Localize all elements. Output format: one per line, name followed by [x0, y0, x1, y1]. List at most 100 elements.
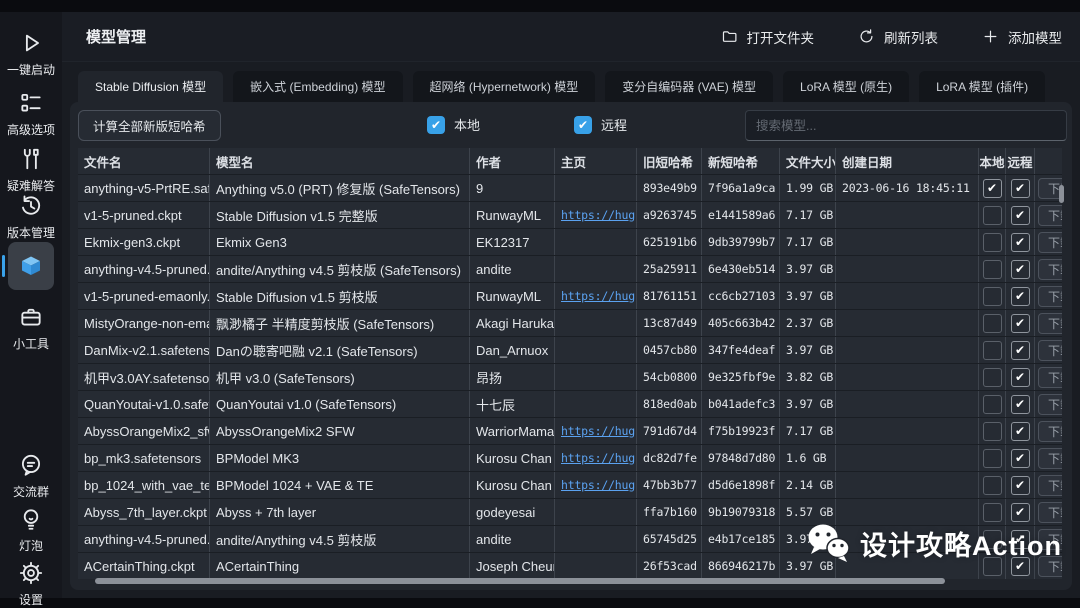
cell-new-hash: 9b19079318 [702, 499, 780, 525]
sidebar-item-bottom-0[interactable]: 交流群 [0, 452, 62, 500]
cell-download: 下载 [1035, 418, 1062, 444]
download-button[interactable]: 下载 [1038, 367, 1062, 388]
tab-3[interactable]: 变分自编码器 (VAE) 模型 [605, 71, 773, 102]
cell-created-date [836, 229, 979, 255]
remote-row-checkbox[interactable] [1011, 260, 1030, 279]
local-row-checkbox[interactable] [983, 206, 1002, 225]
tab-4[interactable]: LoRA 模型 (原生) [783, 71, 909, 102]
local-row-checkbox[interactable] [983, 422, 1002, 441]
refresh-list-button[interactable]: 刷新列表 [858, 27, 938, 47]
column-header-8: 本地 [979, 148, 1006, 174]
open-folder-button[interactable]: 打开文件夹 [721, 27, 815, 47]
cell-homepage [555, 229, 637, 255]
sidebar-item-top-1[interactable]: 高级选项 [0, 90, 62, 138]
sidebar-item-top-4[interactable] [0, 242, 62, 295]
sidebar-item-top-0[interactable]: 一键启动 [0, 30, 62, 78]
search-input[interactable] [745, 110, 1067, 141]
download-button[interactable]: 下载 [1038, 205, 1062, 226]
remote-row-checkbox[interactable] [1011, 422, 1030, 441]
remote-row-checkbox[interactable] [1011, 476, 1030, 495]
remote-row-checkbox[interactable] [1011, 206, 1030, 225]
cell-local [979, 418, 1006, 444]
local-row-checkbox[interactable] [983, 341, 1002, 360]
tools-icon [18, 146, 44, 172]
tab-0[interactable]: Stable Diffusion 模型 [78, 71, 223, 102]
homepage-link[interactable]: https://hug [561, 208, 635, 222]
cell-filename: MistyOrange-non-ema [78, 310, 210, 336]
download-button[interactable]: 下载 [1038, 259, 1062, 280]
plus-icon [982, 28, 999, 45]
local-row-checkbox[interactable] [983, 179, 1002, 198]
cell-old-hash: 81761151 [637, 283, 702, 309]
local-row-checkbox[interactable] [983, 287, 1002, 306]
cube-icon [8, 242, 54, 290]
download-button[interactable]: 下载 [1038, 502, 1062, 523]
add-model-button[interactable]: 添加模型 [982, 27, 1062, 47]
cell-new-hash: 7f96a1a9ca [702, 175, 780, 201]
local-row-checkbox[interactable] [983, 260, 1002, 279]
local-row-checkbox[interactable] [983, 368, 1002, 387]
remote-row-checkbox[interactable] [1011, 233, 1030, 252]
download-button[interactable]: 下载 [1038, 313, 1062, 334]
header-actions: 打开文件夹 刷新列表 添加模型 [721, 27, 1063, 47]
homepage-link[interactable]: https://hug [561, 451, 635, 465]
cell-remote [1006, 472, 1035, 498]
tab-5[interactable]: LoRA 模型 (插件) [919, 71, 1045, 102]
remote-row-checkbox[interactable] [1011, 503, 1030, 522]
homepage-link[interactable]: https://hug [561, 424, 635, 438]
download-button[interactable]: 下载 [1038, 448, 1062, 469]
sidebar-item-top-2[interactable]: 疑难解答 [0, 146, 62, 194]
cell-new-hash: d5d6e1898f [702, 472, 780, 498]
sidebar-item-bottom-1[interactable]: 灯泡 [0, 506, 62, 554]
cell-file-size: 3.82 GB [780, 364, 836, 390]
download-button[interactable]: 下载 [1038, 340, 1062, 361]
local-row-checkbox[interactable] [983, 233, 1002, 252]
local-row-checkbox[interactable] [983, 449, 1002, 468]
homepage-link[interactable]: https://hug [561, 478, 635, 492]
sidebar-item-top-3[interactable]: 版本管理 [0, 193, 62, 241]
download-button[interactable]: 下载 [1038, 286, 1062, 307]
wechat-icon [806, 522, 852, 564]
cell-file-size: 1.6 GB [780, 445, 836, 471]
cell-homepage: https://hug [555, 418, 637, 444]
cell-local [979, 175, 1006, 201]
local-row-checkbox[interactable] [983, 476, 1002, 495]
compute-hashes-button[interactable]: 计算全部新版短哈希 [78, 110, 221, 141]
cell-file-size: 3.97 GB [780, 256, 836, 282]
cell-filename: Ekmix-gen3.ckpt [78, 229, 210, 255]
homepage-link[interactable]: https://hug [561, 289, 635, 303]
options-icon [18, 90, 44, 116]
remote-row-checkbox[interactable] [1011, 287, 1030, 306]
cell-filename: Abyss_7th_layer.ckpt [78, 499, 210, 525]
cell-old-hash: 791d67d4 [637, 418, 702, 444]
cell-homepage [555, 391, 637, 417]
column-header-3: 主页 [555, 148, 637, 174]
cell-created-date [836, 310, 979, 336]
local-row-checkbox[interactable] [983, 314, 1002, 333]
cell-local [979, 391, 1006, 417]
download-button[interactable]: 下载 [1038, 421, 1062, 442]
download-button[interactable]: 下载 [1038, 394, 1062, 415]
remote-row-checkbox[interactable] [1011, 395, 1030, 414]
remote-row-checkbox[interactable] [1011, 179, 1030, 198]
remote-row-checkbox[interactable] [1011, 368, 1030, 387]
cell-created-date [836, 256, 979, 282]
horizontal-scrollbar[interactable] [95, 578, 945, 584]
remote-checkbox[interactable] [574, 116, 592, 134]
remote-row-checkbox[interactable] [1011, 341, 1030, 360]
sidebar-item-bottom-2[interactable]: 设置 [0, 560, 62, 608]
download-button[interactable]: 下载 [1038, 475, 1062, 496]
local-row-checkbox[interactable] [983, 395, 1002, 414]
vertical-scrollbar[interactable] [1059, 185, 1064, 203]
remote-row-checkbox[interactable] [1011, 314, 1030, 333]
remote-row-checkbox[interactable] [1011, 449, 1030, 468]
tab-2[interactable]: 超网络 (Hypernetwork) 模型 [413, 71, 596, 102]
local-checkbox[interactable] [427, 116, 445, 134]
tab-1[interactable]: 嵌入式 (Embedding) 模型 [233, 71, 402, 102]
cell-author: Kurosu Chan [470, 445, 555, 471]
sidebar-item-top-5[interactable]: 小工具 [0, 304, 62, 352]
cell-homepage [555, 526, 637, 552]
download-button[interactable]: 下载 [1038, 232, 1062, 253]
local-row-checkbox[interactable] [983, 503, 1002, 522]
cell-download: 下载 [1035, 175, 1062, 201]
